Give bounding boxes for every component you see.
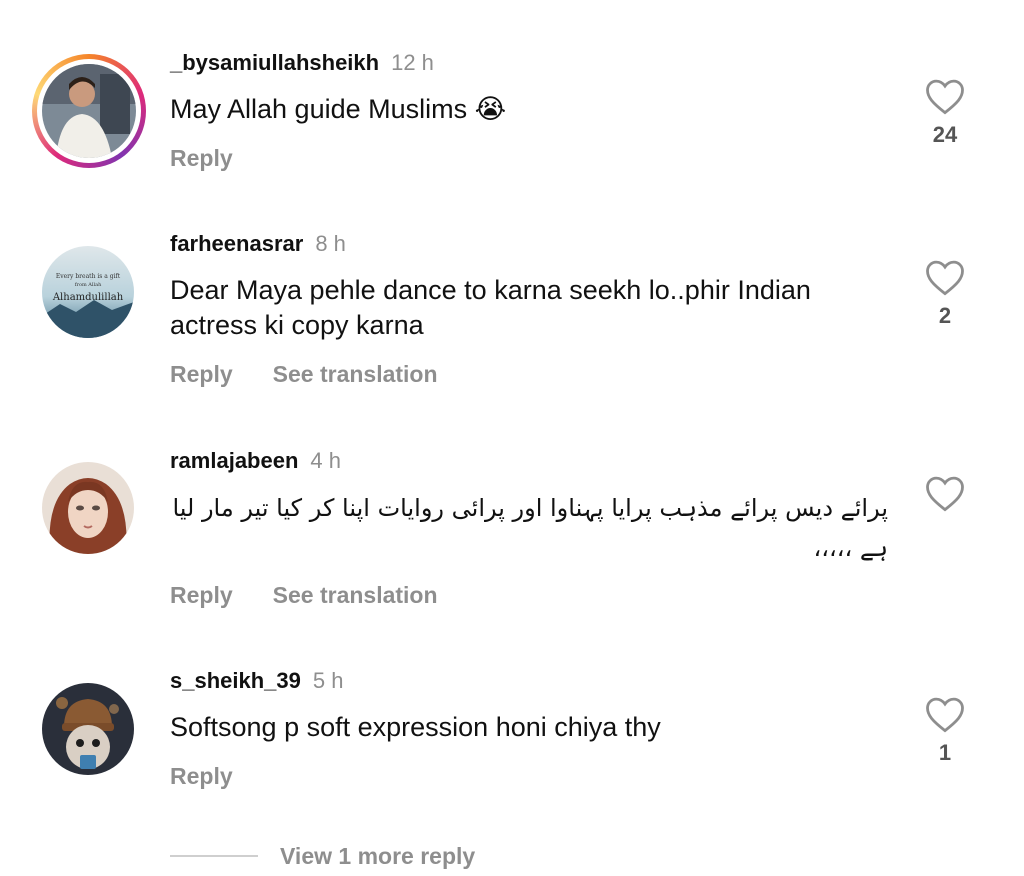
- heart-icon[interactable]: [924, 694, 966, 734]
- like-count: 24: [932, 122, 958, 147]
- timestamp: 8 h: [315, 231, 346, 256]
- username[interactable]: ramlajabeen: [170, 448, 298, 473]
- like-count: 1: [938, 740, 952, 765]
- see-translation-button[interactable]: See translation: [273, 582, 438, 608]
- comment-text: Softsong p soft expression honi chiya th…: [170, 712, 661, 742]
- comment-header: s_sheikh_39 5 h: [170, 668, 343, 694]
- avatar-photo: [42, 64, 136, 158]
- avatar[interactable]: [42, 462, 134, 554]
- timestamp: 4 h: [310, 448, 341, 473]
- view-more-replies-label[interactable]: View 1 more reply: [280, 843, 475, 870]
- comment-actions: Reply See translation: [170, 582, 478, 609]
- like-control: 1: [922, 694, 968, 766]
- avatar-caption: from Allah: [75, 282, 102, 288]
- divider: [170, 855, 258, 857]
- timestamp: 12 h: [391, 50, 434, 75]
- comment-header: farheenasrar 8 h: [170, 231, 346, 257]
- like-control: 24: [922, 76, 968, 148]
- avatar[interactable]: Every breath is a gift from Allah Alhamd…: [42, 246, 134, 338]
- avatar[interactable]: [32, 54, 146, 168]
- username[interactable]: _bysamiullahsheikh: [170, 50, 379, 75]
- like-control: [922, 473, 968, 513]
- heart-icon[interactable]: [924, 257, 966, 297]
- comment-header: ramlajabeen 4 h: [170, 448, 341, 474]
- comment-actions: Reply: [170, 145, 273, 172]
- like-count: 2: [938, 303, 952, 328]
- comment-text: Dear Maya pehle dance to karna seekh lo.…: [170, 275, 811, 340]
- comment-actions: Reply: [170, 763, 273, 790]
- heart-icon[interactable]: [924, 76, 966, 116]
- username[interactable]: farheenasrar: [170, 231, 303, 256]
- reply-button[interactable]: Reply: [170, 582, 233, 608]
- comment-header: _bysamiullahsheikh 12 h: [170, 50, 434, 76]
- heart-icon[interactable]: [924, 473, 966, 513]
- see-translation-button[interactable]: See translation: [273, 361, 438, 387]
- reply-button[interactable]: Reply: [170, 145, 233, 171]
- comment-text: پرائے دیس پرائے مذہب پرایا پہناوا اور پر…: [172, 494, 888, 562]
- view-more-replies[interactable]: View 1 more reply: [170, 838, 475, 874]
- avatar-caption: Every breath is a gift: [56, 273, 121, 280]
- avatar[interactable]: [42, 683, 134, 775]
- reply-button[interactable]: Reply: [170, 763, 233, 789]
- like-control: 2: [922, 257, 968, 329]
- comment-text: May Allah guide Muslims 😭: [170, 94, 507, 124]
- reply-button[interactable]: Reply: [170, 361, 233, 387]
- avatar-caption: Alhamdulillah: [52, 292, 124, 303]
- username[interactable]: s_sheikh_39: [170, 668, 301, 693]
- timestamp: 5 h: [312, 668, 344, 693]
- comment-actions: Reply See translation: [170, 361, 478, 388]
